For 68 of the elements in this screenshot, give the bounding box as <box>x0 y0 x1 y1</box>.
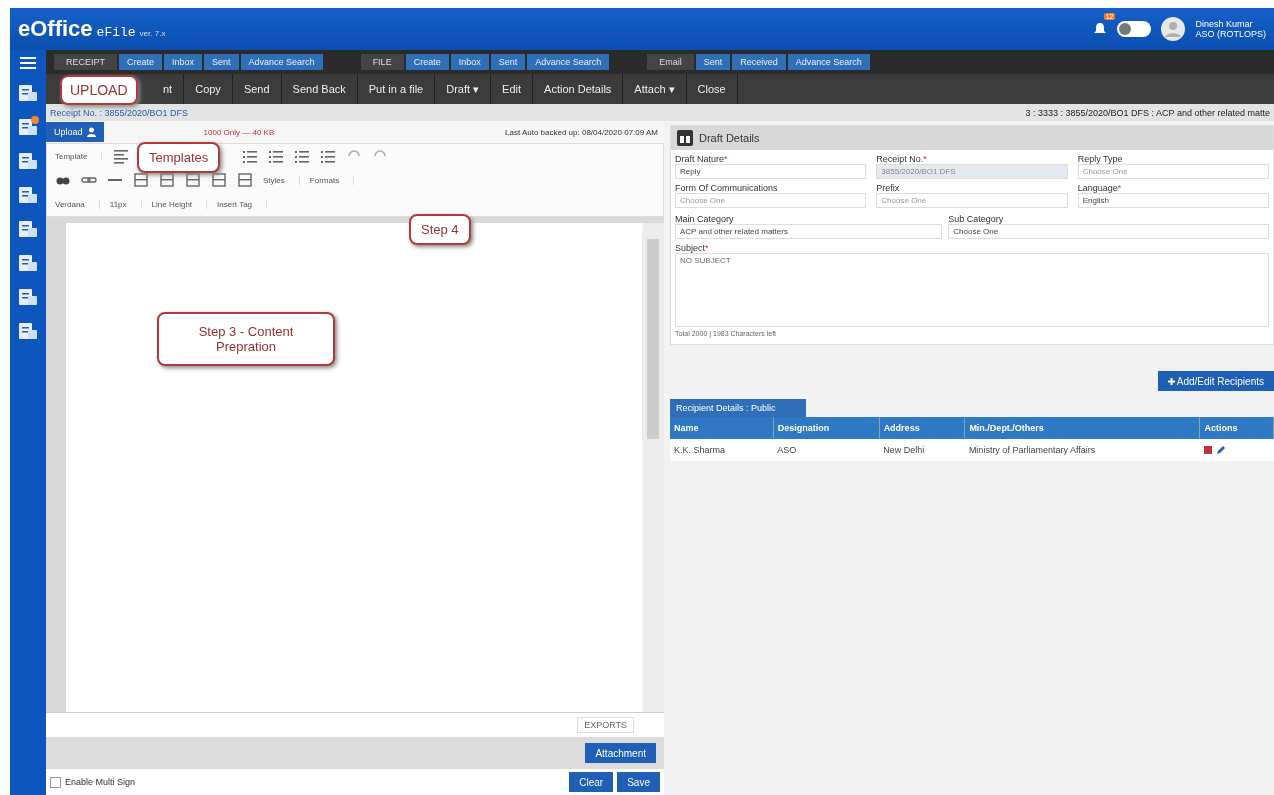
field-label: Prefix <box>876 183 900 193</box>
field-label: Form Of Communications <box>675 183 778 193</box>
receipt-subject: 3 : 3333 : 3855/2020/BO1 DFS : ACP and other related matte <box>1025 107 1270 118</box>
table-cell: New Delhi <box>879 439 965 461</box>
breadcrumb[interactable]: Receipt No. : 3855/2020/BO1 DFS <box>50 107 189 118</box>
menu-group-label[interactable]: FILE <box>360 54 404 70</box>
select-field[interactable]: Reply <box>675 164 867 179</box>
column-header: Min./Dept./Others <box>964 417 1200 439</box>
field-label: Sub Category <box>948 214 1005 224</box>
toolbar-dropdown[interactable]: Verdana <box>55 199 100 209</box>
select-field[interactable]: Choose One <box>948 224 1269 239</box>
upload-button[interactable]: Upload <box>46 122 104 142</box>
menu-group-label[interactable]: Email <box>647 54 694 70</box>
menu-item[interactable]: Create <box>119 54 163 70</box>
required-mark: * <box>724 154 728 164</box>
table-cell: Ministry of Parliamentary Affairs <box>964 439 1200 461</box>
toolbar-dropdown[interactable]: 11px <box>109 199 142 209</box>
clear-button[interactable]: Clear <box>569 772 614 792</box>
save-button[interactable]: Save <box>617 772 660 792</box>
column-header: Name <box>670 417 774 439</box>
field-label: Main Category <box>675 214 735 224</box>
exports-dropdown[interactable]: EXPORTS <box>577 717 634 733</box>
required-mark: * <box>923 154 927 164</box>
field-label: Language <box>1077 183 1118 193</box>
menu-item[interactable]: Advance Search <box>240 54 323 70</box>
app-name: eFile <box>96 25 136 40</box>
column-header: Designation <box>773 417 880 439</box>
menu-item[interactable]: Inbox <box>164 54 203 70</box>
toolbar-dropdown[interactable]: Insert Tag <box>217 199 268 209</box>
select-field[interactable]: ACP and other related matters <box>675 224 943 239</box>
backup-note: Last Auto backed up: 08/04/2020 07:09 AM <box>505 127 658 137</box>
add-recipients-button[interactable]: Add/Edit Recipients <box>1157 371 1274 391</box>
menu-item[interactable]: Sent <box>490 54 526 70</box>
menu-item[interactable]: Advance Search <box>527 54 610 70</box>
toolbar-dropdown[interactable]: Template <box>55 151 103 161</box>
logo: eOffice <box>18 16 93 42</box>
select-field[interactable]: English <box>1077 193 1269 208</box>
menu-item[interactable]: Advance Search <box>787 54 870 70</box>
column-header: Actions <box>1199 417 1274 439</box>
column-header: Address <box>879 417 965 439</box>
field-label: Reply Type <box>1077 154 1123 164</box>
recipient-tab[interactable]: Recipient Details : Public <box>670 399 806 417</box>
menu-group-label[interactable]: RECEIPT <box>54 54 117 70</box>
table-cell: ASO <box>773 439 880 461</box>
table-cell: K.K. Sharma <box>670 439 774 461</box>
checkbox-label: Enable Multi Sign <box>65 777 136 787</box>
required-mark: * <box>1117 183 1122 193</box>
subject-field[interactable]: NO SUBJECT <box>675 253 1269 327</box>
menu-item[interactable]: Sent <box>204 54 239 70</box>
menu-item[interactable]: Create <box>405 54 449 70</box>
callout: Step 3 - Content Prepration <box>157 312 335 366</box>
menu-item[interactable]: Inbox <box>450 54 489 70</box>
user-role: ASO (ROTLOPS) <box>1195 29 1266 39</box>
menu-item[interactable]: Sent <box>695 54 731 70</box>
toolbar-dropdown[interactable]: Line Height <box>151 199 208 209</box>
required-mark: * <box>705 243 709 253</box>
menu-item[interactable]: Received <box>732 54 786 70</box>
field-label: Receipt No. <box>876 154 924 164</box>
callout: Step 4 <box>409 214 471 245</box>
toolbar-dropdown[interactable]: Formats <box>309 175 355 185</box>
attachment-button[interactable]: Attachment <box>585 743 656 763</box>
size-note: 1000 Only — 40 KB <box>203 127 275 137</box>
callout: UPLOAD <box>60 75 138 105</box>
callout: Templates <box>137 142 221 173</box>
version-label: ver. 7.x <box>139 29 166 38</box>
panel-title: Draft Details <box>699 132 760 144</box>
user-name: Dinesh Kumar <box>1195 19 1254 29</box>
toolbar-dropdown[interactable]: Styles <box>263 175 300 185</box>
